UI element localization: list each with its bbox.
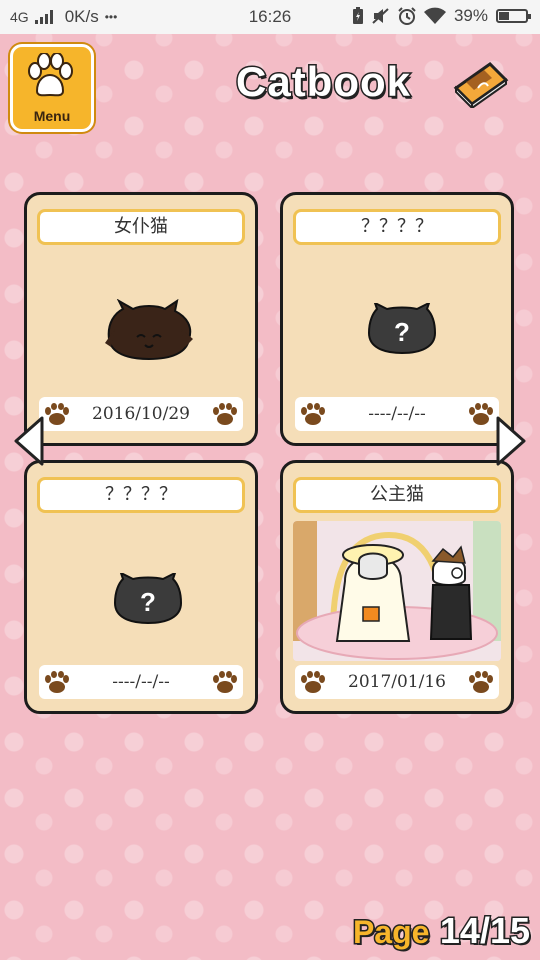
battery-icon <box>496 9 531 23</box>
page-current: 14 <box>438 909 481 953</box>
date-bar: 2016/10/29 <box>39 397 243 431</box>
menu-label: Menu <box>33 108 71 124</box>
page-total: 15 <box>488 909 531 953</box>
paw-icon <box>469 403 493 425</box>
date-bar: ----/--/-- <box>295 397 499 431</box>
cat-card[interactable]: ？？？？ ? ----/--/-- <box>24 460 258 714</box>
paw-icon <box>213 403 237 425</box>
cat-card[interactable]: ？？？？ ? ----/--/-- <box>280 192 514 446</box>
cat-name: 公主猫 <box>293 477 501 513</box>
cat-card[interactable]: 公主猫 2017/01/16 <box>280 460 514 714</box>
menu-button[interactable]: Menu <box>10 44 94 132</box>
paw-icon <box>469 671 493 693</box>
cat-name: 女仆猫 <box>37 209 245 245</box>
paw-icon <box>213 671 237 693</box>
cat-name: ？？？？ <box>293 209 501 245</box>
status-bar: 4G 0K/s ••• 16:26 39% <box>0 0 540 34</box>
page-separator: / <box>478 909 491 953</box>
cat-name: ？？？？ <box>37 477 245 513</box>
alarm-icon <box>398 7 416 25</box>
battery-percent: 39% <box>453 6 488 25</box>
princess-cat-photo <box>293 521 501 661</box>
page-indicator: Page 14/15 <box>351 909 531 953</box>
battery-saver-icon <box>352 7 363 24</box>
mute-icon <box>372 8 389 24</box>
cat-photo <box>293 521 501 661</box>
date-bar: ----/--/-- <box>39 665 243 699</box>
page-word: Page <box>351 913 431 952</box>
cat-silhouette-icon <box>105 299 193 361</box>
cat-card[interactable]: 女仆猫 2016/10/29 <box>24 192 258 446</box>
book-icon <box>453 62 509 108</box>
date-bar: 2017/01/16 <box>295 665 499 699</box>
svg-text:?: ? <box>140 587 156 617</box>
prev-page-arrow-icon[interactable] <box>12 414 46 468</box>
paw-icon <box>28 53 73 97</box>
unknown-cat-icon: ? <box>367 303 437 355</box>
wifi-icon <box>423 7 446 24</box>
next-page-arrow-icon[interactable] <box>494 414 528 468</box>
svg-text:?: ? <box>394 317 410 347</box>
unknown-cat-icon: ? <box>113 573 183 625</box>
page-title: Catbook <box>235 57 412 107</box>
